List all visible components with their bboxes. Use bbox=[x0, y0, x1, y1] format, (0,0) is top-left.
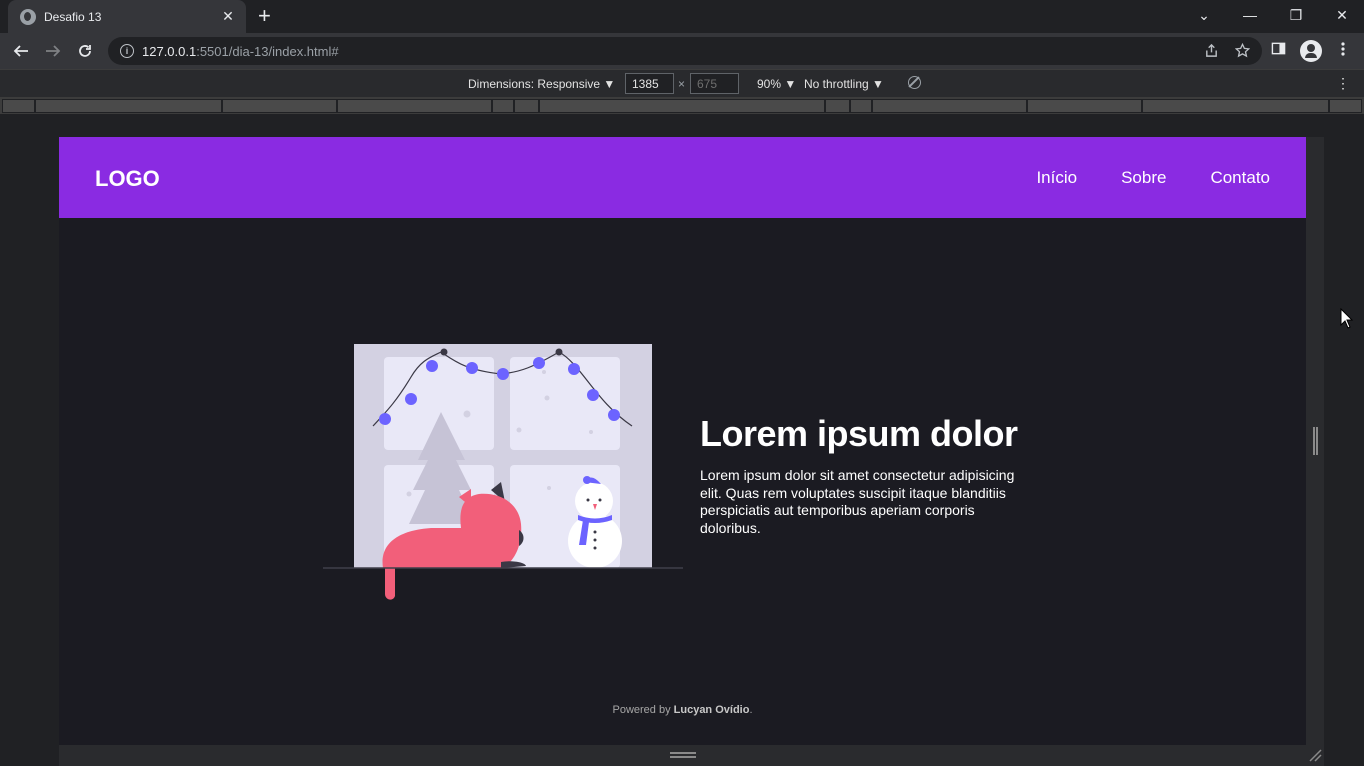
nav-link-contato[interactable]: Contato bbox=[1210, 168, 1270, 188]
url-host: 127.0.0.1 bbox=[142, 43, 197, 59]
site-nav: Início Sobre Contato bbox=[1036, 168, 1270, 188]
media-query-segment[interactable] bbox=[35, 99, 222, 113]
side-panel-icon[interactable] bbox=[1271, 41, 1286, 56]
media-query-segment[interactable] bbox=[2, 99, 35, 113]
media-query-bar bbox=[0, 97, 1364, 115]
dimensions-dropdown[interactable]: Dimensions: Responsive ▼ bbox=[468, 77, 615, 91]
times-separator: × bbox=[678, 77, 686, 91]
width-input[interactable]: 1385 bbox=[625, 73, 674, 94]
address-bar[interactable]: i 127.0.0.1:5501/dia-13/index.html# bbox=[108, 37, 1262, 65]
hero-paragraph: Lorem ipsum dolor sit amet consectetur a… bbox=[700, 467, 1015, 536]
arrow-left-icon bbox=[13, 45, 28, 57]
browser-toolbar: i 127.0.0.1:5501/dia-13/index.html# bbox=[0, 33, 1364, 69]
bottom-resize-handle[interactable] bbox=[670, 752, 696, 758]
info-icon[interactable]: i bbox=[120, 44, 134, 58]
footer-prefix: Powered by bbox=[612, 704, 674, 716]
mouse-cursor-icon bbox=[1340, 308, 1354, 329]
back-button[interactable] bbox=[9, 39, 33, 63]
hero-title: Lorem ipsum dolor bbox=[700, 413, 1018, 454]
media-query-segment[interactable] bbox=[850, 99, 872, 113]
footer-suffix: . bbox=[749, 704, 753, 716]
globe-icon bbox=[20, 8, 36, 25]
footer-author: Lucyan Ovídio bbox=[673, 704, 750, 716]
forward-button[interactable] bbox=[41, 39, 65, 63]
right-resize-handle[interactable] bbox=[1313, 427, 1318, 455]
close-window-button[interactable]: ✕ bbox=[1319, 0, 1364, 30]
profile-avatar-icon[interactable] bbox=[1300, 40, 1322, 62]
media-query-segment[interactable] bbox=[222, 99, 337, 113]
bookmark-star-icon[interactable] bbox=[1235, 43, 1250, 58]
winter-window-illustration bbox=[323, 344, 683, 600]
url-path: :5501/dia-13/index.html# bbox=[196, 43, 339, 59]
media-query-segment[interactable] bbox=[825, 99, 850, 113]
device-toolbar: Dimensions: Responsive ▼ 1385 × 675 90% … bbox=[0, 69, 1364, 97]
height-input[interactable]: 675 bbox=[690, 73, 739, 94]
nav-link-sobre[interactable]: Sobre bbox=[1121, 168, 1166, 188]
browser-titlebar: Desafio 13 ✕ + ⌄ — ❐ ✕ bbox=[0, 0, 1364, 33]
tab-search-icon[interactable]: ⌄ bbox=[1181, 0, 1227, 30]
browser-menu-icon[interactable] bbox=[1336, 41, 1350, 57]
page-viewport: LOGO Início Sobre Contato Lorem ipsum do… bbox=[59, 137, 1306, 745]
media-query-segment[interactable] bbox=[337, 99, 492, 113]
close-tab-icon[interactable]: ✕ bbox=[220, 8, 236, 25]
site-header: LOGO Início Sobre Contato bbox=[59, 137, 1306, 218]
site-footer: Powered by Lucyan Ovídio. bbox=[59, 704, 1306, 716]
share-icon[interactable] bbox=[1204, 43, 1219, 58]
hero-text-block: Lorem ipsum dolor Lorem ipsum dolor sit … bbox=[700, 413, 1040, 537]
media-query-segment[interactable] bbox=[1142, 99, 1329, 113]
throttling-dropdown[interactable]: No throttling ▼ bbox=[804, 77, 884, 91]
zoom-dropdown[interactable]: 90% ▼ bbox=[757, 77, 796, 91]
device-viewport-stage: LOGO Início Sobre Contato Lorem ipsum do… bbox=[0, 115, 1364, 766]
nav-link-inicio[interactable]: Início bbox=[1036, 168, 1077, 188]
browser-tab[interactable]: Desafio 13 ✕ bbox=[8, 0, 246, 33]
site-logo[interactable]: LOGO bbox=[95, 166, 160, 192]
tab-title: Desafio 13 bbox=[44, 9, 102, 24]
media-query-segment[interactable] bbox=[539, 99, 825, 113]
arrow-right-icon bbox=[46, 45, 61, 57]
media-query-segment[interactable] bbox=[1329, 99, 1362, 113]
reload-button[interactable] bbox=[73, 39, 97, 63]
media-query-segment[interactable] bbox=[492, 99, 514, 113]
reload-icon bbox=[79, 45, 91, 57]
minimize-button[interactable]: — bbox=[1227, 0, 1273, 30]
media-query-segment[interactable] bbox=[872, 99, 1027, 113]
rotate-icon[interactable] bbox=[908, 76, 921, 89]
new-tab-button[interactable]: + bbox=[258, 5, 271, 27]
media-query-segment[interactable] bbox=[1027, 99, 1142, 113]
media-query-segment[interactable] bbox=[514, 99, 539, 113]
restore-button[interactable]: ❐ bbox=[1273, 0, 1319, 30]
device-toolbar-menu-icon[interactable]: ⋮ bbox=[1336, 75, 1350, 92]
corner-resize-icon[interactable] bbox=[1308, 748, 1322, 762]
